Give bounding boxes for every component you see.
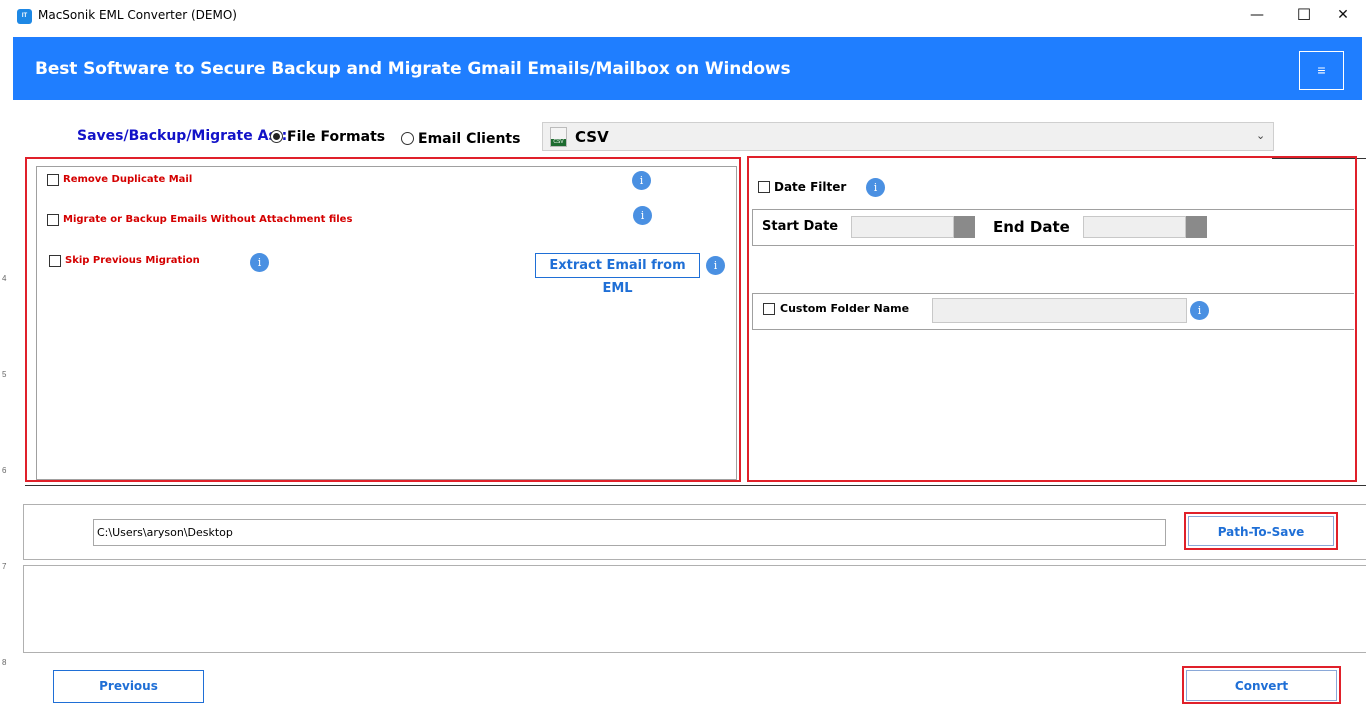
ruler-tick: 6 — [2, 466, 7, 475]
minimize-button[interactable]: — — [1234, 0, 1280, 32]
hamburger-icon: ≡ — [1317, 62, 1326, 78]
format-selected-value: CSV — [575, 128, 609, 146]
divider — [25, 485, 1366, 486]
info-icon[interactable]: i — [632, 171, 651, 190]
remove-duplicate-checkbox[interactable] — [47, 174, 59, 186]
end-date-input[interactable] — [1083, 216, 1186, 238]
menu-button[interactable]: ≡ — [1299, 51, 1344, 90]
skip-previous-checkbox[interactable] — [49, 255, 61, 267]
info-icon[interactable]: i — [866, 178, 885, 197]
ruler-tick: 7 — [2, 562, 7, 571]
ruler-tick: 8 — [2, 658, 7, 667]
start-date-calendar-button[interactable] — [954, 216, 975, 238]
csv-file-icon: CSV — [550, 127, 567, 147]
custom-folder-checkbox[interactable] — [763, 303, 775, 315]
end-date-label: End Date — [993, 218, 1070, 236]
start-date-label: Start Date — [762, 219, 839, 234]
skip-previous-label[interactable]: Skip Previous Migration — [65, 255, 200, 266]
info-icon[interactable]: i — [1190, 301, 1209, 320]
chevron-down-icon: ⌄ — [1256, 130, 1266, 142]
info-icon[interactable]: i — [706, 256, 725, 275]
close-button[interactable]: ✕ — [1320, 0, 1366, 32]
window-title: MacSonik EML Converter (DEMO) — [38, 8, 237, 22]
app-icon: IT — [17, 9, 32, 24]
date-filter-checkbox[interactable] — [758, 181, 770, 193]
header-title: Best Software to Secure Backup and Migra… — [35, 59, 791, 79]
save-path-input[interactable]: C:\Users\aryson\Desktop — [93, 519, 1166, 546]
title-bar: IT MacSonik EML Converter (DEMO) — ☐ ✕ — [0, 0, 1366, 32]
custom-folder-label[interactable]: Custom Folder Name — [780, 302, 909, 315]
left-highlight-box — [25, 157, 741, 482]
save-as-label: Saves/Backup/Migrate As : — [77, 128, 288, 144]
radio-email-clients[interactable] — [401, 132, 414, 145]
without-attachment-label[interactable]: Migrate or Backup Emails Without Attachm… — [63, 214, 352, 225]
remove-duplicate-label[interactable]: Remove Duplicate Mail — [63, 174, 192, 185]
date-filter-label[interactable]: Date Filter — [774, 180, 846, 194]
ruler-tick: 4 — [2, 274, 7, 283]
custom-folder-input[interactable] — [932, 298, 1187, 323]
radio-email-clients-label[interactable]: Email Clients — [418, 131, 520, 147]
path-to-save-button[interactable]: Path-To-Save — [1188, 516, 1334, 546]
header-banner: Best Software to Secure Backup and Migra… — [13, 37, 1362, 100]
convert-button[interactable]: Convert — [1186, 670, 1337, 701]
previous-button[interactable]: Previous — [53, 670, 204, 703]
status-log-area — [23, 565, 1366, 653]
without-attachment-checkbox[interactable] — [47, 214, 59, 226]
radio-file-formats[interactable] — [270, 130, 283, 143]
info-icon[interactable]: i — [250, 253, 269, 272]
extract-email-button[interactable]: Extract Email from EML — [535, 253, 700, 296]
end-date-calendar-button[interactable] — [1186, 216, 1207, 238]
ruler-tick: 5 — [2, 370, 7, 379]
format-dropdown[interactable]: CSV CSV ⌄ — [542, 122, 1274, 151]
csv-icon-tag: CSV — [551, 139, 566, 146]
info-icon[interactable]: i — [633, 206, 652, 225]
start-date-input[interactable] — [851, 216, 954, 238]
radio-file-formats-label[interactable]: File Formats — [287, 129, 385, 145]
